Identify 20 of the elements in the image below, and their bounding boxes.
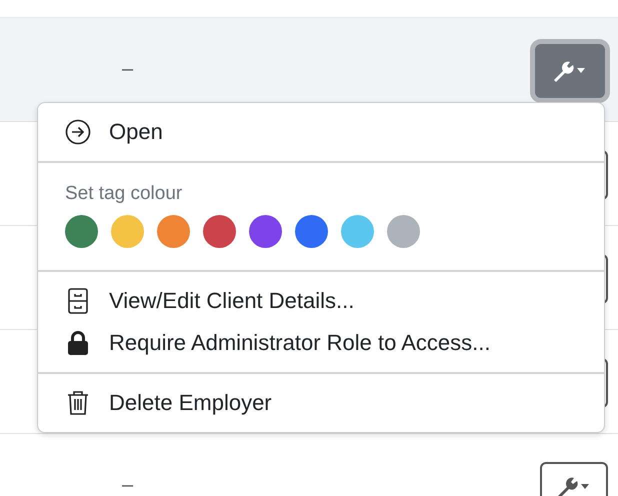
menu-item[interactable]: Delete Employer (38, 382, 604, 424)
menu-heading: Set tag colour (64, 182, 184, 206)
tag-colour-swatch[interactable] (111, 215, 144, 248)
lock-icon (65, 330, 91, 356)
tag-colour-swatch[interactable] (341, 215, 374, 248)
table-cell: – (122, 474, 134, 496)
cabinet-icon (65, 288, 91, 314)
tag-colour-swatch[interactable] (249, 215, 282, 248)
tag-colour-swatch[interactable] (203, 215, 236, 248)
menu-item[interactable]: View/Edit Client Details... (38, 280, 604, 322)
tag-colour-swatch[interactable] (387, 215, 420, 248)
tag-colour-swatch[interactable] (295, 215, 328, 248)
tool-button[interactable] (535, 44, 605, 98)
table-cell: – (122, 58, 134, 81)
trash-icon (65, 390, 91, 416)
menu-item[interactable]: Open (38, 111, 604, 153)
arrow-circle-icon (65, 119, 91, 145)
menu-item[interactable]: Require Administrator Role to Access... (38, 322, 604, 364)
tag-colour-swatch[interactable] (157, 215, 190, 248)
tag-colour-swatch[interactable] (65, 215, 98, 248)
